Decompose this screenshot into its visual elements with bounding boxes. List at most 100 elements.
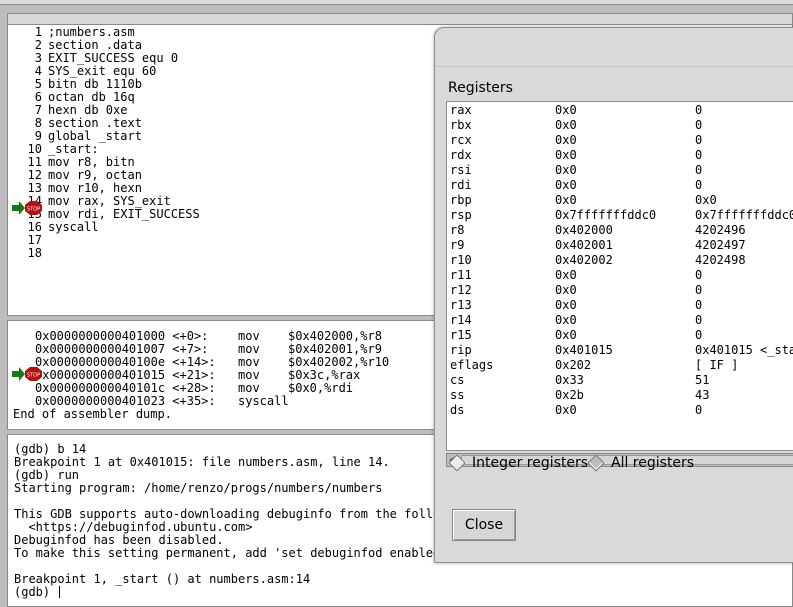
register-name: rdx bbox=[450, 148, 472, 162]
register-hex-value: 0x2b bbox=[555, 388, 584, 402]
register-hex-value: 0x401015 bbox=[555, 343, 613, 357]
register-row[interactable]: ss 0x2b 43 bbox=[447, 388, 793, 403]
register-row[interactable]: r10 0x402002 4202498 bbox=[447, 253, 793, 268]
register-name: cs bbox=[450, 373, 465, 387]
register-hex-value: 0x402001 bbox=[555, 238, 613, 252]
registers-title: Registers bbox=[448, 80, 513, 96]
register-name: rcx bbox=[450, 133, 472, 147]
register-natural-value: 0 bbox=[695, 148, 703, 162]
register-hex-value: 0x0 bbox=[555, 268, 577, 282]
register-natural-value: 0x7fffffffddc0 bbox=[695, 208, 793, 222]
source-code: section .text bbox=[48, 116, 142, 130]
source-pane-header bbox=[8, 14, 792, 25]
register-row[interactable]: ds 0x0 0 bbox=[447, 403, 793, 418]
register-name: r12 bbox=[450, 283, 472, 297]
source-code: mov rdi, EXIT_SUCCESS bbox=[48, 207, 200, 221]
stop-label: STOP bbox=[27, 207, 40, 213]
source-line[interactable]: 16 syscall bbox=[8, 221, 99, 234]
source-code: octan db 16q bbox=[48, 90, 135, 104]
register-name: r10 bbox=[450, 253, 472, 267]
register-hex-value: 0x7fffffffddc0 bbox=[555, 208, 657, 222]
registers-table[interactable]: rax 0x0 0 rbx 0x0 0 rcx 0x0 0 rdx 0x0 0 rsi 0x0 0 rdi 0x… bbox=[446, 101, 793, 451]
register-hex-value: 0x0 bbox=[555, 118, 577, 132]
register-row[interactable]: rax 0x0 0 bbox=[447, 103, 793, 118]
register-row[interactable]: r15 0x0 0 bbox=[447, 328, 793, 343]
source-code: syscall bbox=[48, 220, 99, 234]
register-hex-value: 0x33 bbox=[555, 373, 584, 387]
register-name: rbx bbox=[450, 118, 472, 132]
register-name: ds bbox=[450, 403, 465, 417]
register-row[interactable]: rip 0x401015 0x401015 <_star bbox=[447, 343, 793, 358]
register-name: r11 bbox=[450, 268, 472, 282]
register-natural-value: 0 bbox=[695, 178, 703, 192]
register-natural-value: 0 bbox=[695, 133, 703, 147]
register-hex-value: 0x402002 bbox=[555, 253, 613, 267]
register-hex-value: 0x0 bbox=[555, 193, 577, 207]
asm-end-text: End of assembler dump. bbox=[13, 407, 172, 421]
registers-dialog[interactable]: Registers rax 0x0 0 rbx 0x0 0 rcx 0x0 0 rdx 0x0 0 rs… bbox=[434, 27, 793, 563]
register-natural-value: 0x0 bbox=[695, 193, 717, 207]
source-code: section .data bbox=[48, 38, 142, 52]
register-row[interactable]: rdx 0x0 0 bbox=[447, 148, 793, 163]
register-hex-value: 0x0 bbox=[555, 283, 577, 297]
register-name: eflags bbox=[450, 358, 494, 372]
source-code: ;numbers.asm bbox=[48, 25, 135, 39]
close-button[interactable]: Close bbox=[452, 509, 516, 541]
register-name: rip bbox=[450, 343, 472, 357]
register-row[interactable]: rdi 0x0 0 bbox=[447, 178, 793, 193]
line-number: 18 bbox=[27, 246, 42, 260]
register-natural-value: 0 bbox=[695, 268, 703, 282]
register-row[interactable]: r14 0x0 0 bbox=[447, 313, 793, 328]
register-natural-value: 4202496 bbox=[695, 223, 746, 237]
register-name: r14 bbox=[450, 313, 472, 327]
register-row[interactable]: rbx 0x0 0 bbox=[447, 118, 793, 133]
source-code: global _start bbox=[48, 129, 142, 143]
console-line: To make this setting permanent, add 'set… bbox=[14, 546, 448, 560]
source-line[interactable]: 18 bbox=[8, 247, 48, 260]
asm-mnemonic: syscall bbox=[238, 394, 289, 408]
all-registers-label: All registers bbox=[611, 455, 695, 471]
register-name: r15 bbox=[450, 328, 472, 342]
register-hex-value: 0x202 bbox=[555, 358, 592, 372]
register-row[interactable]: r12 0x0 0 bbox=[447, 283, 793, 298]
register-name: r8 bbox=[450, 223, 465, 237]
register-row[interactable]: rcx 0x0 0 bbox=[447, 133, 793, 148]
register-natural-value: 0 bbox=[695, 163, 703, 177]
register-row[interactable]: r9 0x402001 4202497 bbox=[447, 238, 793, 253]
register-row[interactable]: r11 0x0 0 bbox=[447, 268, 793, 283]
asm-breakpoint-stop-icon[interactable]: STOP bbox=[12, 367, 44, 381]
register-name: rax bbox=[450, 103, 472, 117]
register-row[interactable]: rbp 0x0 0x0 bbox=[447, 193, 793, 208]
register-natural-value: 0x401015 <_star bbox=[695, 343, 793, 357]
register-row[interactable]: cs 0x33 51 bbox=[447, 373, 793, 388]
register-natural-value: [ IF ] bbox=[695, 358, 739, 372]
text-cursor bbox=[59, 586, 61, 598]
register-natural-value: 0 bbox=[695, 118, 703, 132]
register-row[interactable]: eflags 0x202 [ IF ] bbox=[447, 358, 793, 373]
register-name: ss bbox=[450, 388, 465, 402]
register-row[interactable]: rsp 0x7fffffffddc0 0x7fffffffddc0 bbox=[447, 208, 793, 223]
register-natural-value: 0 bbox=[695, 403, 703, 417]
register-hex-value: 0x0 bbox=[555, 313, 577, 327]
register-name: rsp bbox=[450, 208, 472, 222]
register-row[interactable]: r8 0x402000 4202496 bbox=[447, 223, 793, 238]
breakpoint-stop-icon[interactable]: STOP bbox=[12, 201, 44, 215]
register-name: rsi bbox=[450, 163, 472, 177]
register-hex-value: 0x0 bbox=[555, 178, 577, 192]
register-natural-value: 0 bbox=[695, 298, 703, 312]
register-natural-value: 0 bbox=[695, 313, 703, 327]
integer-registers-radio[interactable]: Integer registers bbox=[448, 454, 588, 472]
register-row[interactable]: r13 0x0 0 bbox=[447, 298, 793, 313]
source-code: mov r10, hexn bbox=[48, 181, 142, 195]
source-code: EXIT_SUCCESS equ 0 bbox=[48, 51, 179, 65]
source-code: hexn db 0xe bbox=[48, 103, 128, 117]
register-hex-value: 0x0 bbox=[555, 328, 577, 342]
console-prompt-line[interactable]: (gdb) bbox=[14, 586, 61, 599]
register-row[interactable]: rsi 0x0 0 bbox=[447, 163, 793, 178]
source-code: bitn db 1110b bbox=[48, 77, 142, 91]
register-natural-value: 51 bbox=[695, 373, 710, 387]
register-name: rdi bbox=[450, 178, 472, 192]
all-registers-radio[interactable]: All registers bbox=[587, 454, 695, 472]
dialog-titlebar[interactable] bbox=[435, 28, 793, 67]
register-name: rbp bbox=[450, 193, 472, 207]
